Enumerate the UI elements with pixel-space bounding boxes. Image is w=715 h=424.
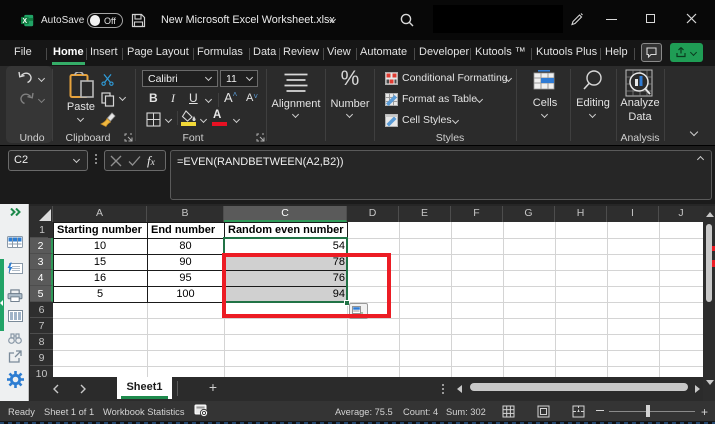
svg-text:X: X bbox=[23, 18, 28, 25]
